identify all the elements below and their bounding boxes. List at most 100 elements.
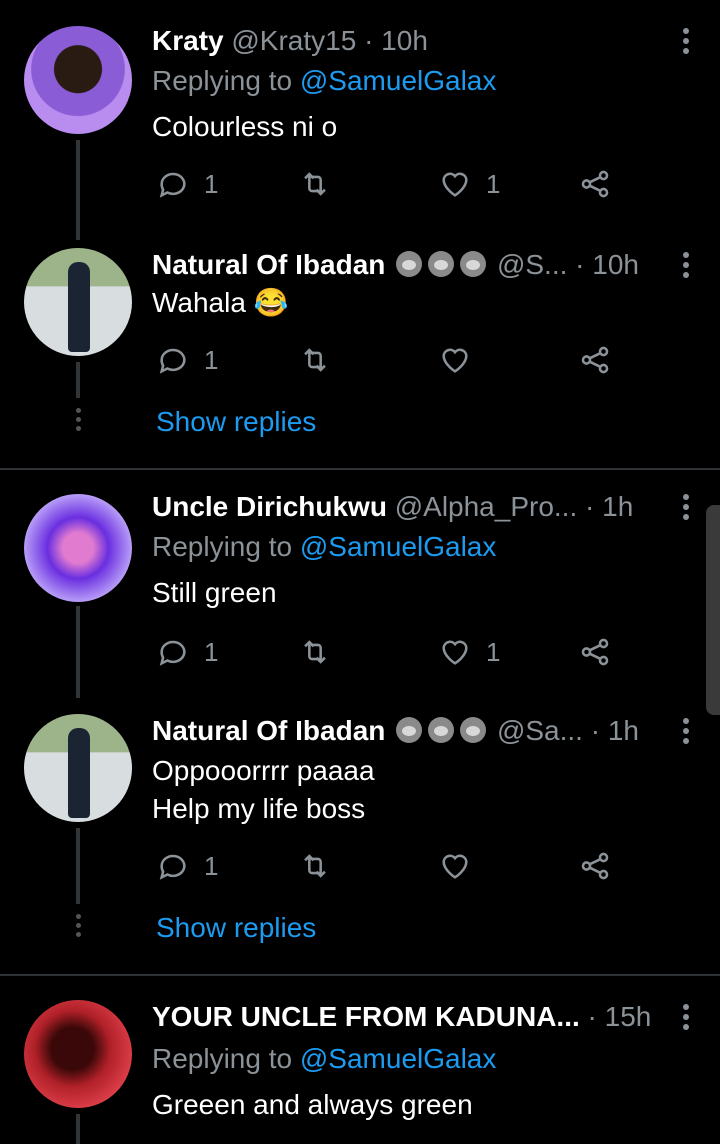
share-button[interactable] (578, 632, 612, 672)
thread-line (76, 828, 80, 904)
like-count: 1 (486, 636, 501, 667)
show-replies-link[interactable]: Show replies (156, 406, 316, 438)
retweet-icon (304, 348, 326, 372)
like-icon (442, 854, 468, 879)
tweet-uncle-kaduna[interactable]: YOUR UNCLE FROM KADUNA... · 15h Replying… (0, 976, 720, 1144)
tweet-actions: 1 1 (152, 632, 632, 672)
retweet-button[interactable] (298, 164, 332, 204)
timestamp[interactable]: · 1h (591, 715, 639, 746)
reply-icon (159, 640, 186, 666)
share-icon (581, 170, 609, 198)
replying-user-link[interactable]: @SamuelGalax (300, 531, 497, 562)
like-button[interactable]: 1 (438, 632, 500, 672)
gorilla-emoji (396, 251, 423, 277)
retweet-button[interactable] (298, 846, 332, 886)
tweet-kraty[interactable]: Kraty @Kraty15 · 10h Replying to @Samuel… (0, 0, 720, 240)
tweet-actions: 1 (152, 846, 632, 886)
avatar-figure (68, 262, 90, 352)
reply-count: 1 (204, 850, 219, 881)
retweet-icon (304, 854, 326, 878)
tweet-header: Natural Of Ibadan @Sa... · 1h (152, 714, 660, 748)
replying-user-link[interactable]: @SamuelGalax (300, 1043, 497, 1074)
reply-button[interactable]: 1 (156, 164, 218, 204)
timestamp[interactable]: · 10h (364, 25, 428, 56)
reply-button[interactable]: 1 (156, 340, 218, 380)
gorilla-emoji (460, 251, 487, 277)
share-button[interactable] (578, 846, 612, 886)
thread-line (76, 362, 80, 398)
share-icon (581, 852, 609, 880)
display-name[interactable]: Natural Of Ibadan (152, 249, 385, 280)
avatar-figure (68, 728, 90, 818)
avatar[interactable] (24, 1000, 132, 1108)
gorilla-emoji (428, 717, 455, 743)
replying-user-link[interactable]: @SamuelGalax (300, 65, 497, 96)
reply-icon (159, 348, 186, 374)
reply-button[interactable]: 1 (156, 846, 218, 886)
share-button[interactable] (578, 164, 612, 204)
tweet-text: Still green (152, 577, 277, 608)
more-icon[interactable] (682, 28, 690, 58)
like-icon (442, 640, 468, 665)
like-icon (442, 172, 468, 197)
tweet-actions: 1 (152, 340, 632, 380)
retweet-icon (304, 172, 326, 196)
reply-count: 1 (204, 636, 219, 667)
more-icon[interactable] (682, 252, 690, 282)
thread-more-dots (74, 914, 82, 941)
tweet-text-line-2: Help my life boss (152, 793, 366, 824)
replying-to: Replying to @SamuelGalax (152, 1043, 497, 1074)
tweet-uncle-dirichukwu[interactable]: Uncle Dirichukwu @Alpha_Pro... · 1h Repl… (0, 470, 720, 698)
tweet-text: Greeen and always green (152, 1089, 473, 1120)
tweet-header: YOUR UNCLE FROM KADUNA... · 15h (152, 1000, 660, 1034)
display-name[interactable]: Natural Of Ibadan (152, 715, 385, 746)
show-replies-link[interactable]: Show replies (156, 912, 316, 944)
timestamp[interactable]: · 1h (585, 491, 633, 522)
timestamp[interactable]: · 15h (588, 1001, 652, 1032)
tweet-natural-ibadan-1[interactable]: Natural Of Ibadan @S... · 10h Wahala 😂 1… (0, 240, 720, 468)
more-icon[interactable] (682, 718, 690, 748)
thread-line (76, 140, 80, 240)
retweet-button[interactable] (298, 632, 332, 672)
avatar[interactable] (24, 248, 132, 356)
tweet-natural-ibadan-2[interactable]: Natural Of Ibadan @Sa... · 1h Oppooorrrr… (0, 698, 720, 974)
reply-count: 1 (204, 168, 219, 199)
more-icon[interactable] (682, 1004, 690, 1034)
like-count: 1 (486, 168, 501, 199)
tweet-text-line-1: Oppooorrrr paaaa (152, 755, 375, 786)
thread-line (76, 1114, 80, 1144)
tweet-header: Uncle Dirichukwu @Alpha_Pro... · 1h (152, 490, 660, 524)
gorilla-emoji (396, 717, 423, 743)
reply-button[interactable]: 1 (156, 632, 218, 672)
like-icon (442, 348, 468, 373)
tweet-text: Colourless ni o (152, 111, 338, 142)
display-name[interactable]: Kraty (152, 25, 224, 56)
handle[interactable]: @S... (497, 249, 567, 280)
retweet-button[interactable] (298, 340, 332, 380)
like-button[interactable] (438, 846, 472, 886)
avatar[interactable] (24, 26, 132, 134)
avatar[interactable] (24, 714, 132, 822)
timestamp[interactable]: · 10h (575, 249, 639, 280)
handle[interactable]: @Sa... (497, 715, 583, 746)
replying-to: Replying to @SamuelGalax (152, 65, 497, 96)
gorilla-emoji (460, 717, 487, 743)
reply-icon (159, 854, 186, 880)
share-button[interactable] (578, 340, 612, 380)
thread-line (76, 606, 80, 698)
thread-more-dots (74, 408, 82, 435)
avatar[interactable] (24, 494, 132, 602)
display-name[interactable]: Uncle Dirichukwu (152, 491, 387, 522)
share-icon (581, 346, 609, 374)
like-button[interactable] (438, 340, 472, 380)
retweet-icon (304, 640, 326, 664)
tweet-text: Wahala 😂 (152, 287, 289, 318)
display-name[interactable]: YOUR UNCLE FROM KADUNA... (152, 1001, 580, 1032)
like-button[interactable]: 1 (438, 164, 500, 204)
more-icon[interactable] (682, 494, 690, 524)
replying-to: Replying to @SamuelGalax (152, 531, 497, 562)
handle[interactable]: @Kraty15 (231, 25, 356, 56)
handle[interactable]: @Alpha_Pro... (395, 491, 578, 522)
gorilla-emoji (428, 251, 455, 277)
scrollbar-thumb[interactable] (706, 505, 720, 715)
